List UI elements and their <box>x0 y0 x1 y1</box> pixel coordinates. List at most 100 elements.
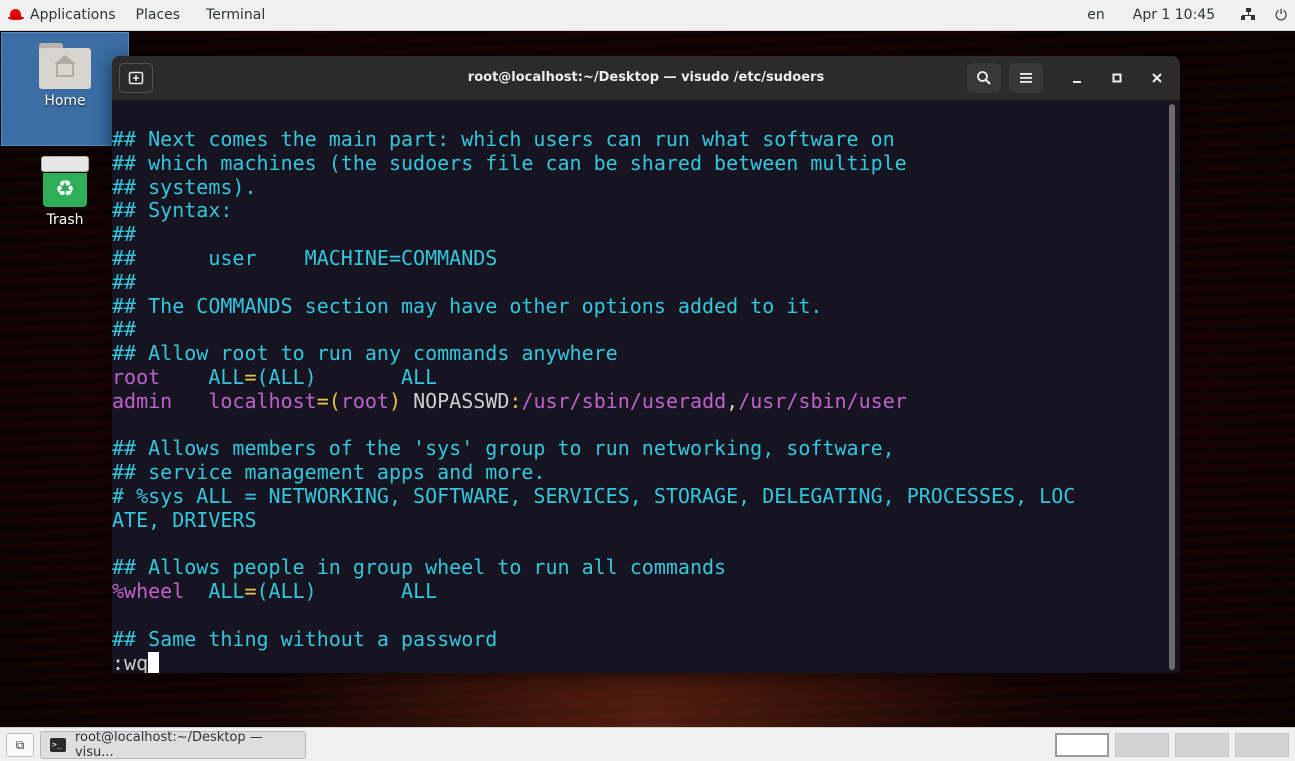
terminal-line: ATE, DRIVERS <box>112 507 1168 533</box>
minimize-button[interactable] <box>1065 66 1089 90</box>
search-icon <box>977 71 991 85</box>
workspace-1[interactable] <box>1055 733 1109 757</box>
terminal-text-segment: ## service management apps and more. <box>112 460 546 485</box>
terminal-menu-label: Terminal <box>206 7 266 23</box>
maximize-icon <box>1112 73 1122 83</box>
show-desktop-icon: ⧉ <box>15 738 25 752</box>
terminal-text-segment: ## <box>112 222 137 247</box>
home-label: Home <box>44 93 86 109</box>
terminal-text-segment: ALL <box>316 579 438 604</box>
terminal-line: ## which machines (the sudoers file can … <box>112 150 1168 176</box>
bottom-panel: ⧉ >_ root@localhost:~/Desktop — visu... <box>0 727 1295 761</box>
hamburger-menu-icon <box>1020 73 1032 83</box>
terminal-content[interactable]: ## Next comes the main part: which users… <box>112 127 1168 673</box>
terminal-text-segment: ATE, DRIVERS <box>112 507 257 532</box>
close-icon <box>1152 73 1162 83</box>
terminal-text-segment: ## Allows members of the 'sys' group to … <box>112 436 895 461</box>
terminal-text-segment: (ALL) <box>256 364 317 389</box>
terminal-line: %wheel ALL=(ALL) ALL <box>112 579 1168 604</box>
keyboard-language-indicator[interactable]: en <box>1087 7 1105 23</box>
terminal-line: ## Same thing without a password <box>112 626 1168 652</box>
workspace-4[interactable] <box>1235 733 1289 757</box>
terminal-window[interactable]: root@localhost:~/Desktop — visudo /etc/s… <box>112 56 1180 673</box>
terminal-app-menu[interactable]: Terminal <box>190 0 275 30</box>
terminal-line: ## Allows members of the 'sys' group to … <box>112 436 1168 461</box>
window-title: root@localhost:~/Desktop — visudo /etc/s… <box>467 70 825 85</box>
terminal-line: admin localhost=(root) NOPASSWD:/usr/sbi… <box>112 388 1168 414</box>
terminal-text-segment: root <box>340 388 389 413</box>
network-icon[interactable] <box>1241 8 1256 22</box>
terminal-text-segment: ) <box>388 388 402 413</box>
terminal-text-segment: root <box>112 364 161 389</box>
workspace-2[interactable] <box>1115 733 1169 757</box>
terminal-line: ## <box>112 222 1168 247</box>
terminal-text-segment: = <box>316 388 329 413</box>
places-menu[interactable]: Places <box>126 0 191 30</box>
applications-menu[interactable]: Applications <box>0 0 126 30</box>
terminal-text-segment: localhost <box>172 388 317 413</box>
terminal-line: ## service management apps and more. <box>112 460 1168 485</box>
terminal-scrollbar[interactable] <box>1169 104 1175 670</box>
trash-icon: ♻ <box>41 156 89 208</box>
top-panel: Applications Places Terminal en Apr 1 10… <box>0 0 1295 31</box>
terminal-text-segment: admin <box>112 388 173 413</box>
applications-label: Applications <box>30 7 116 23</box>
terminal-text-segment: ALL <box>160 364 245 389</box>
terminal-line: # %sys ALL = NETWORKING, SOFTWARE, SERVI… <box>112 483 1168 509</box>
terminal-line: ## Next comes the main part: which users… <box>112 127 1168 152</box>
terminal-text-segment: ## which machines (the sudoers file can … <box>112 150 907 175</box>
close-button[interactable] <box>1145 66 1169 90</box>
terminal-text-segment: ## Same thing without a password <box>112 626 498 651</box>
search-button[interactable] <box>967 63 1001 93</box>
power-icon[interactable]: ⏻ <box>1275 6 1287 24</box>
trash-label: Trash <box>46 212 84 228</box>
maximize-button[interactable] <box>1105 66 1129 90</box>
menu-button[interactable] <box>1009 63 1043 93</box>
terminal-text-segment: = <box>244 579 257 604</box>
terminal-line: ## <box>112 317 1168 342</box>
terminal-line: ## Allows people in group wheel to run a… <box>112 555 1168 580</box>
desktop-trash-icon[interactable]: ♻ Trash <box>1 152 129 228</box>
places-label: Places <box>135 7 181 23</box>
new-tab-icon <box>128 71 144 85</box>
text-cursor <box>148 651 160 673</box>
terminal-text-segment: ( <box>328 388 341 413</box>
terminal-text-segment: /usr/sbin/useradd <box>521 388 727 413</box>
terminal-text-segment: ALL <box>316 364 438 389</box>
workspace-3[interactable] <box>1175 733 1229 757</box>
terminal-text-segment: ## Allows people in group wheel to run a… <box>112 555 727 580</box>
terminal-text-segment: , <box>726 388 739 413</box>
redhat-hat-icon <box>8 9 24 21</box>
taskbar-window-label: root@localhost:~/Desktop — visu... <box>74 730 263 760</box>
terminal-line: root ALL=(ALL) ALL <box>112 364 1168 390</box>
taskbar-window-button[interactable]: >_ root@localhost:~/Desktop — visu... <box>40 730 306 760</box>
terminal-text-segment: /usr/sbin/user <box>738 388 907 413</box>
terminal-line: ## The COMMANDS section may have other o… <box>112 294 1168 319</box>
terminal-text-segment: # %sys ALL = NETWORKING, SOFTWARE, SERVI… <box>112 483 1076 508</box>
terminal-text-segment: ALL <box>184 579 245 604</box>
desktop-home-icon[interactable]: Home <box>1 32 129 146</box>
clock[interactable]: Apr 1 10:45 <box>1133 7 1215 23</box>
minimize-icon <box>1073 81 1081 83</box>
command-line[interactable]: :wq <box>112 651 1168 673</box>
terminal-text-segment: ## systems). <box>112 174 257 199</box>
terminal-text-segment: = <box>244 364 257 389</box>
terminal-text-segment: NOPASSWD <box>401 388 510 413</box>
terminal-line: ## Syntax: <box>112 198 1168 223</box>
terminal-line: ## systems). <box>112 174 1168 200</box>
terminal-line: ## Allow root to run any commands anywhe… <box>112 341 1168 366</box>
window-headerbar[interactable]: root@localhost:~/Desktop — visudo /etc/s… <box>112 56 1180 101</box>
terminal-line: ## user MACHINE=COMMANDS <box>112 246 1168 271</box>
show-desktop-button[interactable]: ⧉ <box>6 733 34 757</box>
terminal-icon: >_ <box>50 738 66 752</box>
terminal-text-segment: (ALL) <box>256 579 317 604</box>
new-tab-button[interactable] <box>119 63 153 93</box>
terminal-text-segment: %wheel <box>112 579 185 604</box>
terminal-text-segment: ## Syntax: <box>112 198 233 223</box>
command-input[interactable]: :wq <box>112 651 148 673</box>
terminal-text-segment: ## <box>112 317 137 342</box>
terminal-line: ## <box>112 270 1168 295</box>
